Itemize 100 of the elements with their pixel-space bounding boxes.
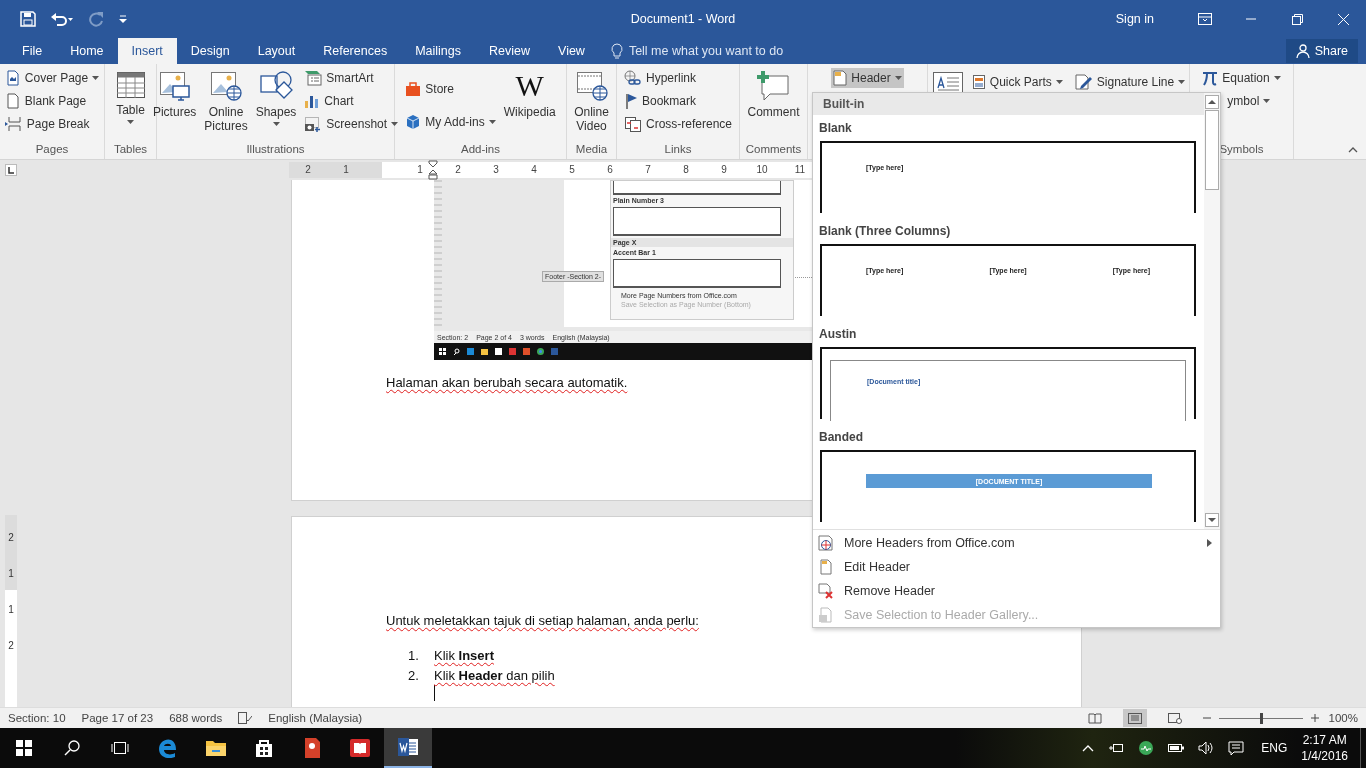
ribbon-button[interactable]: Quick Parts [969, 72, 1065, 92]
ribbon-button[interactable]: Blank Page [2, 91, 102, 111]
ribbon-button[interactable]: W Wikipedia [501, 68, 558, 143]
chevron-up-icon[interactable] [1082, 744, 1095, 752]
print-layout-button[interactable] [1122, 709, 1147, 727]
share-button[interactable]: Share [1285, 39, 1358, 63]
taskbar-app[interactable] [384, 728, 432, 768]
header-icon [833, 70, 848, 86]
save-button[interactable] [20, 11, 36, 27]
ribbon-button[interactable]: Cover Page [2, 68, 102, 88]
app-tray-icon[interactable] [1138, 740, 1155, 756]
ribbon-button[interactable]: Equation [1200, 68, 1283, 88]
ruler-number: 6 [607, 164, 613, 175]
ribbon-button[interactable]: Page Break [2, 114, 102, 134]
gallery-scrollbar[interactable] [1204, 93, 1220, 529]
ribbon-tab[interactable]: References [309, 38, 402, 64]
sign-in-link[interactable]: Sign in [1115, 12, 1154, 26]
customize-button[interactable] [118, 14, 128, 24]
group-label: Pages [34, 143, 70, 157]
indent-marker-icon[interactable] [428, 160, 438, 180]
ribbon-tab[interactable]: Home [56, 38, 118, 64]
ribbon-tab[interactable]: Layout [243, 38, 310, 64]
ribbon-tab[interactable]: File [8, 38, 57, 64]
clock[interactable]: 2:17 AM 1/4/2016 [1301, 732, 1348, 764]
ribbon-button[interactable]: Signature Line [1072, 72, 1188, 92]
scroll-down-icon[interactable] [1205, 513, 1219, 527]
ribbon-button[interactable]: My Add-ins [403, 112, 498, 132]
input-language[interactable]: ENG [1261, 741, 1288, 755]
group-label: Add-ins [460, 143, 501, 157]
scroll-thumb[interactable] [1205, 110, 1219, 190]
ruler-number: 10 [756, 164, 768, 175]
gallery-item-label: Austin [818, 326, 858, 343]
folder-icon [205, 739, 227, 757]
ribbon-tab[interactable]: Review [475, 38, 544, 64]
battery-icon[interactable] [1168, 743, 1185, 753]
pictures-icon [158, 70, 191, 102]
gallery-preview[interactable] [613, 207, 781, 236]
menu-item[interactable]: Edit Header [813, 555, 1220, 579]
group-label: Symbols [1218, 143, 1265, 157]
ribbon-tab[interactable]: Mailings [401, 38, 475, 64]
undo-button[interactable] [50, 11, 74, 27]
proofing-icon[interactable] [238, 712, 253, 724]
power-icon[interactable] [1108, 741, 1125, 755]
gallery-preview[interactable] [613, 181, 781, 195]
menu-item[interactable]: More Headers from Office.com [813, 531, 1220, 555]
smartart-icon [304, 70, 323, 86]
ribbon-button[interactable]: Table [113, 68, 148, 143]
ribbon-button[interactable]: Hyperlink [622, 68, 734, 88]
ruler-number: 3 [493, 164, 499, 175]
speaker-icon[interactable] [1198, 741, 1215, 755]
ribbon-button[interactable]: Header [831, 68, 904, 88]
gallery-heading: Built-in [813, 93, 1204, 115]
person-icon [1295, 44, 1310, 58]
ruler-number: 2 [8, 531, 14, 545]
web-layout-icon [1167, 712, 1182, 724]
vertical-ruler[interactable]: 2 1 1 2 [5, 515, 17, 707]
globe-page-icon [818, 535, 834, 551]
ruler-number: 7 [645, 164, 651, 175]
ribbon-button[interactable]: Chart [302, 91, 401, 111]
language-indicator[interactable]: English (Malaysia) [268, 712, 363, 724]
zoom-level[interactable]: 100% [1328, 712, 1358, 724]
word-count[interactable]: 688 words [169, 712, 223, 724]
zoom-in-icon[interactable] [1310, 714, 1319, 722]
blank-page-icon [4, 93, 21, 109]
ribbon-button[interactable]: Online Video [570, 68, 613, 143]
gallery-preview[interactable] [613, 259, 781, 288]
ribbon-tab[interactable]: Insert [117, 38, 177, 64]
flag-icon [624, 93, 638, 109]
ribbon-button[interactable]: Shapes [253, 68, 299, 143]
clock-date: 1/4/2016 [1301, 748, 1348, 764]
ribbon-tab[interactable]: View [544, 38, 599, 64]
ribbon-button[interactable]: Comment [745, 68, 802, 143]
section-indicator[interactable]: Section: 10 [8, 712, 66, 724]
gallery-item-label: Banded [818, 429, 864, 446]
app-icon [302, 737, 322, 759]
ribbon-button[interactable]: Store [403, 79, 498, 99]
notification-icon[interactable] [1228, 741, 1245, 755]
ribbon-button[interactable]: Online Pictures [202, 68, 250, 143]
tell-me-box[interactable]: Tell me what you want to do [610, 38, 784, 64]
list-number: 2. [408, 667, 420, 683]
ribbon-button[interactable]: Pictures [150, 68, 199, 143]
ribbon-button[interactable]: Cross-reference [622, 114, 734, 134]
lightbulb-icon [610, 43, 623, 59]
group-label: Links [663, 143, 693, 157]
collapse-ribbon-icon[interactable] [1348, 147, 1358, 153]
ribbon-button[interactable]: SmartArt [302, 68, 401, 88]
list-number: 1. [408, 647, 420, 663]
online-pictures-icon [210, 70, 242, 102]
ribbon-tab[interactable]: Design [176, 38, 244, 64]
scroll-up-icon[interactable] [1205, 95, 1219, 109]
page-indicator[interactable]: Page 17 of 23 [81, 712, 154, 724]
search-icon [64, 740, 80, 756]
close-icon [1337, 13, 1349, 25]
menu-item[interactable]: Remove Header [813, 579, 1220, 603]
redo-icon [88, 11, 104, 27]
zoom-thumb[interactable] [1259, 712, 1263, 724]
tab-selector-icon[interactable] [5, 164, 17, 176]
ribbon-button[interactable]: Bookmark [622, 91, 734, 111]
group-label: Tables [112, 143, 149, 157]
ribbon-button[interactable]: Screenshot [302, 114, 401, 134]
